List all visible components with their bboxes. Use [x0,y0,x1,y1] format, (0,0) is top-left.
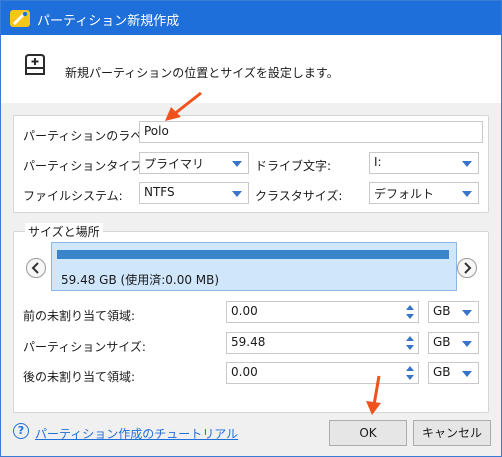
size-unit-select[interactable]: GB [428,332,479,354]
chevron-down-icon [462,191,472,197]
size-unit-value: GB [433,335,451,349]
filesystem-select[interactable]: NTFS [139,182,249,204]
partition-bar-text: 59.48 GB (使用済:0.00 MB) [61,273,220,287]
ok-button[interactable]: OK [329,420,407,446]
tutorial-link[interactable]: パーティション作成のチュートリアル [35,425,238,442]
chevron-down-icon [232,161,242,167]
dialog-description: 新規パーティションの位置とサイズを設定します。 [65,66,339,80]
spin-down-icon[interactable] [405,374,415,382]
after-unit-value: GB [433,365,451,379]
hard-drive-add-icon [25,54,45,75]
chevron-down-icon [462,161,472,167]
drive-letter-value: I: [374,155,382,169]
spin-up-icon[interactable] [405,334,415,342]
size-location-title: サイズと場所 [25,223,103,240]
before-unallocated-label: 前の未割り当て領域: [23,309,136,323]
create-partition-dialog: パーティション新規作成 新規パーティションの位置とサイズを設定します。 パーティ… [0,0,502,457]
partition-type-value: プライマリ [144,157,205,171]
partition-type-select[interactable]: プライマリ [139,152,249,174]
filesystem-label: ファイルシステム: [23,189,123,203]
chevron-down-icon [462,341,472,347]
spin-down-icon[interactable] [405,313,415,321]
cluster-size-label: クラスタサイズ: [255,189,343,203]
chevron-right-icon [464,262,472,274]
chevron-down-icon [232,191,242,197]
drive-letter-select[interactable]: I: [369,152,479,174]
dialog-header: 新規パーティションの位置とサイズを設定します。 [1,35,501,103]
spin-down-icon[interactable] [405,344,415,352]
cluster-size-value: デフォルト [374,187,435,201]
drive-letter-label: ドライブ文字: [255,159,332,173]
before-unit-value: GB [433,304,451,318]
after-unallocated-value: 0.00 [231,365,258,379]
title-bar[interactable]: パーティション新規作成 [1,1,501,35]
spin-up-icon[interactable] [405,364,415,372]
window-title: パーティション新規作成 [37,14,180,29]
partition-size-bar[interactable]: 59.48 GB (使用済:0.00 MB) [51,242,457,291]
spin-up-icon[interactable] [405,303,415,311]
before-unit-select[interactable]: GB [428,301,479,323]
app-logo-icon [10,10,30,27]
chevron-down-icon [462,371,472,377]
after-unallocated-input[interactable]: 0.00 [226,362,419,384]
before-unallocated-input[interactable]: 0.00 [226,301,419,323]
move-left-button[interactable] [26,258,46,278]
after-unit-select[interactable]: GB [428,362,479,384]
after-unallocated-label: 後の未割り当て領域: [23,370,136,384]
filesystem-value: NTFS [144,185,175,199]
cluster-size-select[interactable]: デフォルト [369,182,479,204]
partition-size-label: パーティションサイズ: [23,340,146,354]
partition-label-input[interactable]: Polo [139,121,483,143]
cancel-button[interactable]: キャンセル [413,420,491,446]
chevron-left-icon [31,262,39,274]
partition-type-label: パーティションタイプ: [23,159,147,173]
chevron-down-icon [462,310,472,316]
partition-size-value: 59.48 [231,335,266,349]
partition-bar-fill [57,250,449,259]
move-right-button[interactable] [457,258,477,278]
before-unallocated-value: 0.00 [231,304,258,318]
annotation-arrow-icon [165,91,202,121]
partition-size-input[interactable]: 59.48 [226,332,419,354]
help-icon[interactable]: ? [13,423,29,439]
annotation-arrow-icon [366,375,381,415]
